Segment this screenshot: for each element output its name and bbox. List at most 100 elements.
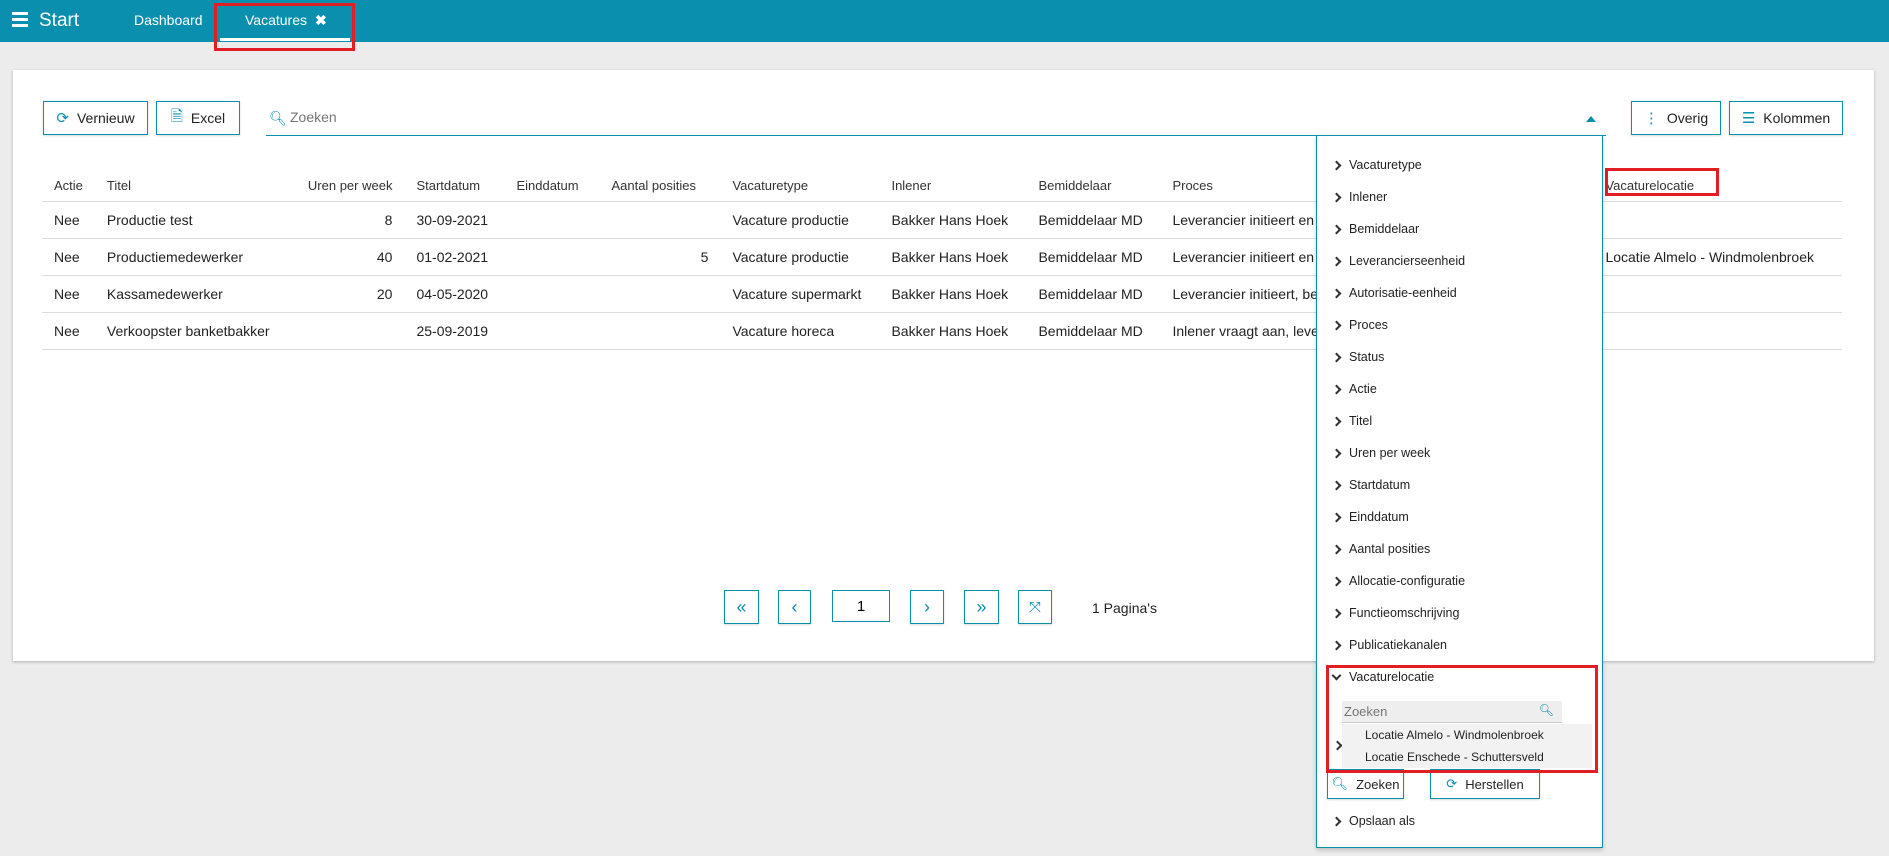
cell-startdatum: 25-09-2019: [404, 312, 505, 350]
more-vertical-icon: ⋮: [1643, 110, 1659, 127]
location-option[interactable]: Locatie Almelo - Windmolenbroek: [1365, 728, 1544, 742]
filter-item-label: Autorisatie-eenheid: [1349, 286, 1457, 300]
cell-uren: 40: [295, 238, 405, 276]
cell-actie: Nee: [42, 201, 95, 239]
next-page-button[interactable]: ›: [910, 590, 944, 624]
cell-bemiddelaar: Bemiddelaar MD: [1026, 275, 1161, 313]
start-link[interactable]: Start: [39, 10, 79, 32]
excel-button[interactable]: 🗎 Excel: [156, 101, 240, 135]
cell-vacaturelocatie: Locatie Almelo - Windmolenbroek: [1593, 238, 1842, 276]
cell-inlener: Bakker Hans Hoek: [879, 238, 1027, 276]
chevron-right-icon: [1331, 192, 1342, 202]
filter-item-label: Publicatiekanalen: [1349, 638, 1447, 652]
fullscreen-button[interactable]: ⤧: [1018, 590, 1052, 624]
chevron-left-icon: ‹: [791, 596, 798, 617]
chevron-right-icon: [1331, 320, 1342, 330]
prev-page-button[interactable]: ‹: [778, 590, 811, 624]
filter-dropdown: Vacaturetype Inlener Bemiddelaar Leveran…: [1316, 135, 1603, 848]
column-header-vacaturelocatie[interactable]: Vacaturelocatie: [1593, 170, 1842, 202]
chevron-right-icon: [1331, 288, 1342, 298]
filter-search-button[interactable]: 🔍︎ Zoeken: [1327, 769, 1404, 799]
cell-vacaturetype: Vacature horeca: [720, 312, 880, 350]
filter-item-uren-per-week[interactable]: Uren per week: [1331, 446, 1431, 460]
chevron-right-icon: [1331, 576, 1342, 586]
filter-item-autorisatie-eenheid[interactable]: Autorisatie-eenheid: [1331, 286, 1457, 300]
refresh-icon: ⟳: [1446, 776, 1458, 791]
search-bar[interactable]: 🔍︎: [266, 102, 1606, 136]
filter-item-actie[interactable]: Actie: [1331, 382, 1377, 396]
chevron-right-icon: [1331, 416, 1342, 426]
search-icon: 🔍︎: [1331, 776, 1349, 791]
filter-item-aantal-posities[interactable]: Aantal posities: [1331, 542, 1430, 556]
search-icon[interactable]: 🔍︎: [1539, 703, 1554, 717]
filter-reset-label: Herstellen: [1465, 776, 1524, 792]
filter-item-status[interactable]: Status: [1331, 350, 1384, 364]
filter-item-opslaan-als[interactable]: Opslaan als: [1331, 814, 1415, 828]
filter-item-functieomschrijving[interactable]: Functieomschrijving: [1331, 606, 1459, 620]
filter-item-proces[interactable]: Proces: [1331, 318, 1388, 332]
cell-einddatum: [504, 201, 600, 239]
hamburger-menu-icon[interactable]: [12, 12, 28, 27]
cell-posities: [599, 312, 721, 350]
chevron-right-icon: [1331, 480, 1342, 490]
top-bar: Start Dashboard Vacatures ✖: [0, 0, 1889, 42]
filter-item-inlener[interactable]: Inlener: [1331, 190, 1387, 204]
column-header-einddatum[interactable]: Einddatum: [504, 170, 600, 202]
filter-item-label: Actie: [1349, 382, 1377, 396]
column-header-startdatum[interactable]: Startdatum: [404, 170, 505, 202]
list-icon: ☰: [1741, 110, 1756, 127]
filter-item-label: Startdatum: [1349, 478, 1411, 492]
search-input[interactable]: [290, 109, 690, 125]
location-option[interactable]: Locatie Enschede - Schuttersveld: [1365, 750, 1544, 764]
last-page-button[interactable]: »: [964, 590, 999, 624]
chevron-right-icon: [1331, 448, 1342, 458]
caret-up-icon[interactable]: [1586, 116, 1596, 122]
cell-uren: [295, 312, 405, 350]
cell-inlener: Bakker Hans Hoek: [879, 201, 1027, 239]
refresh-button[interactable]: ⟳ Vernieuw: [43, 101, 148, 135]
tab-dashboard[interactable]: Dashboard: [134, 12, 203, 28]
filter-item-leverancierseenheid[interactable]: Leverancierseenheid: [1331, 254, 1465, 268]
filter-item-allocatie-configuratie[interactable]: Allocatie-configuratie: [1331, 574, 1465, 588]
location-search-field[interactable]: 🔍︎: [1342, 701, 1562, 723]
filter-item-label: Proces: [1349, 318, 1388, 332]
cell-startdatum: 30-09-2021: [404, 201, 505, 239]
cell-actie: Nee: [42, 312, 95, 350]
filter-item-startdatum[interactable]: Startdatum: [1331, 478, 1411, 492]
column-header-uren[interactable]: Uren per week: [295, 170, 405, 202]
cell-bemiddelaar: Bemiddelaar MD: [1026, 201, 1161, 239]
kolommen-button[interactable]: ☰ Kolommen: [1729, 101, 1843, 135]
tab-vacatures[interactable]: Vacatures ✖: [245, 12, 327, 29]
cell-startdatum: 04-05-2020: [404, 275, 505, 313]
overig-button[interactable]: ⋮ Overig: [1631, 101, 1721, 135]
filter-item-vacaturelocatie[interactable]: Vacaturelocatie: [1331, 670, 1435, 684]
chevron-right-icon: [1331, 608, 1342, 618]
cell-posities: 5: [599, 238, 721, 276]
filter-search-label: Zoeken: [1356, 776, 1400, 792]
column-header-inlener[interactable]: Inlener: [879, 170, 1027, 202]
cell-titel: Kassamedewerker: [94, 275, 296, 313]
filter-item-titel[interactable]: Titel: [1331, 414, 1372, 428]
filter-item-label: Uren per week: [1349, 446, 1431, 460]
page-count-label: 1 Pagina's: [1092, 600, 1157, 616]
column-header-titel[interactable]: Titel: [94, 170, 296, 202]
double-chevron-left-icon: «: [736, 596, 747, 617]
cell-vacaturetype: Vacature productie: [720, 238, 880, 276]
filter-reset-button[interactable]: ⟳ Herstellen: [1430, 769, 1540, 799]
column-header-actie[interactable]: Actie: [42, 170, 95, 202]
chevron-down-icon: [1331, 670, 1342, 681]
filter-item-bemiddelaar[interactable]: Bemiddelaar: [1331, 222, 1419, 236]
chevron-right-icon: [1331, 224, 1342, 234]
location-search-input[interactable]: [1344, 704, 1524, 719]
column-header-posities[interactable]: Aantal posities: [599, 170, 721, 202]
first-page-button[interactable]: «: [724, 590, 759, 624]
cell-bemiddelaar: Bemiddelaar MD: [1026, 238, 1161, 276]
column-header-vacaturetype[interactable]: Vacaturetype: [720, 170, 880, 202]
filter-item-vacaturetype[interactable]: Vacaturetype: [1331, 158, 1422, 172]
filter-item-einddatum[interactable]: Einddatum: [1331, 510, 1409, 524]
filter-item-publicatiekanalen[interactable]: Publicatiekanalen: [1331, 638, 1447, 652]
filter-item-label: Vacaturelocatie: [1349, 670, 1435, 684]
page-number-input[interactable]: [832, 590, 890, 622]
close-icon[interactable]: ✖: [315, 12, 327, 28]
column-header-bemiddelaar[interactable]: Bemiddelaar: [1026, 170, 1161, 202]
